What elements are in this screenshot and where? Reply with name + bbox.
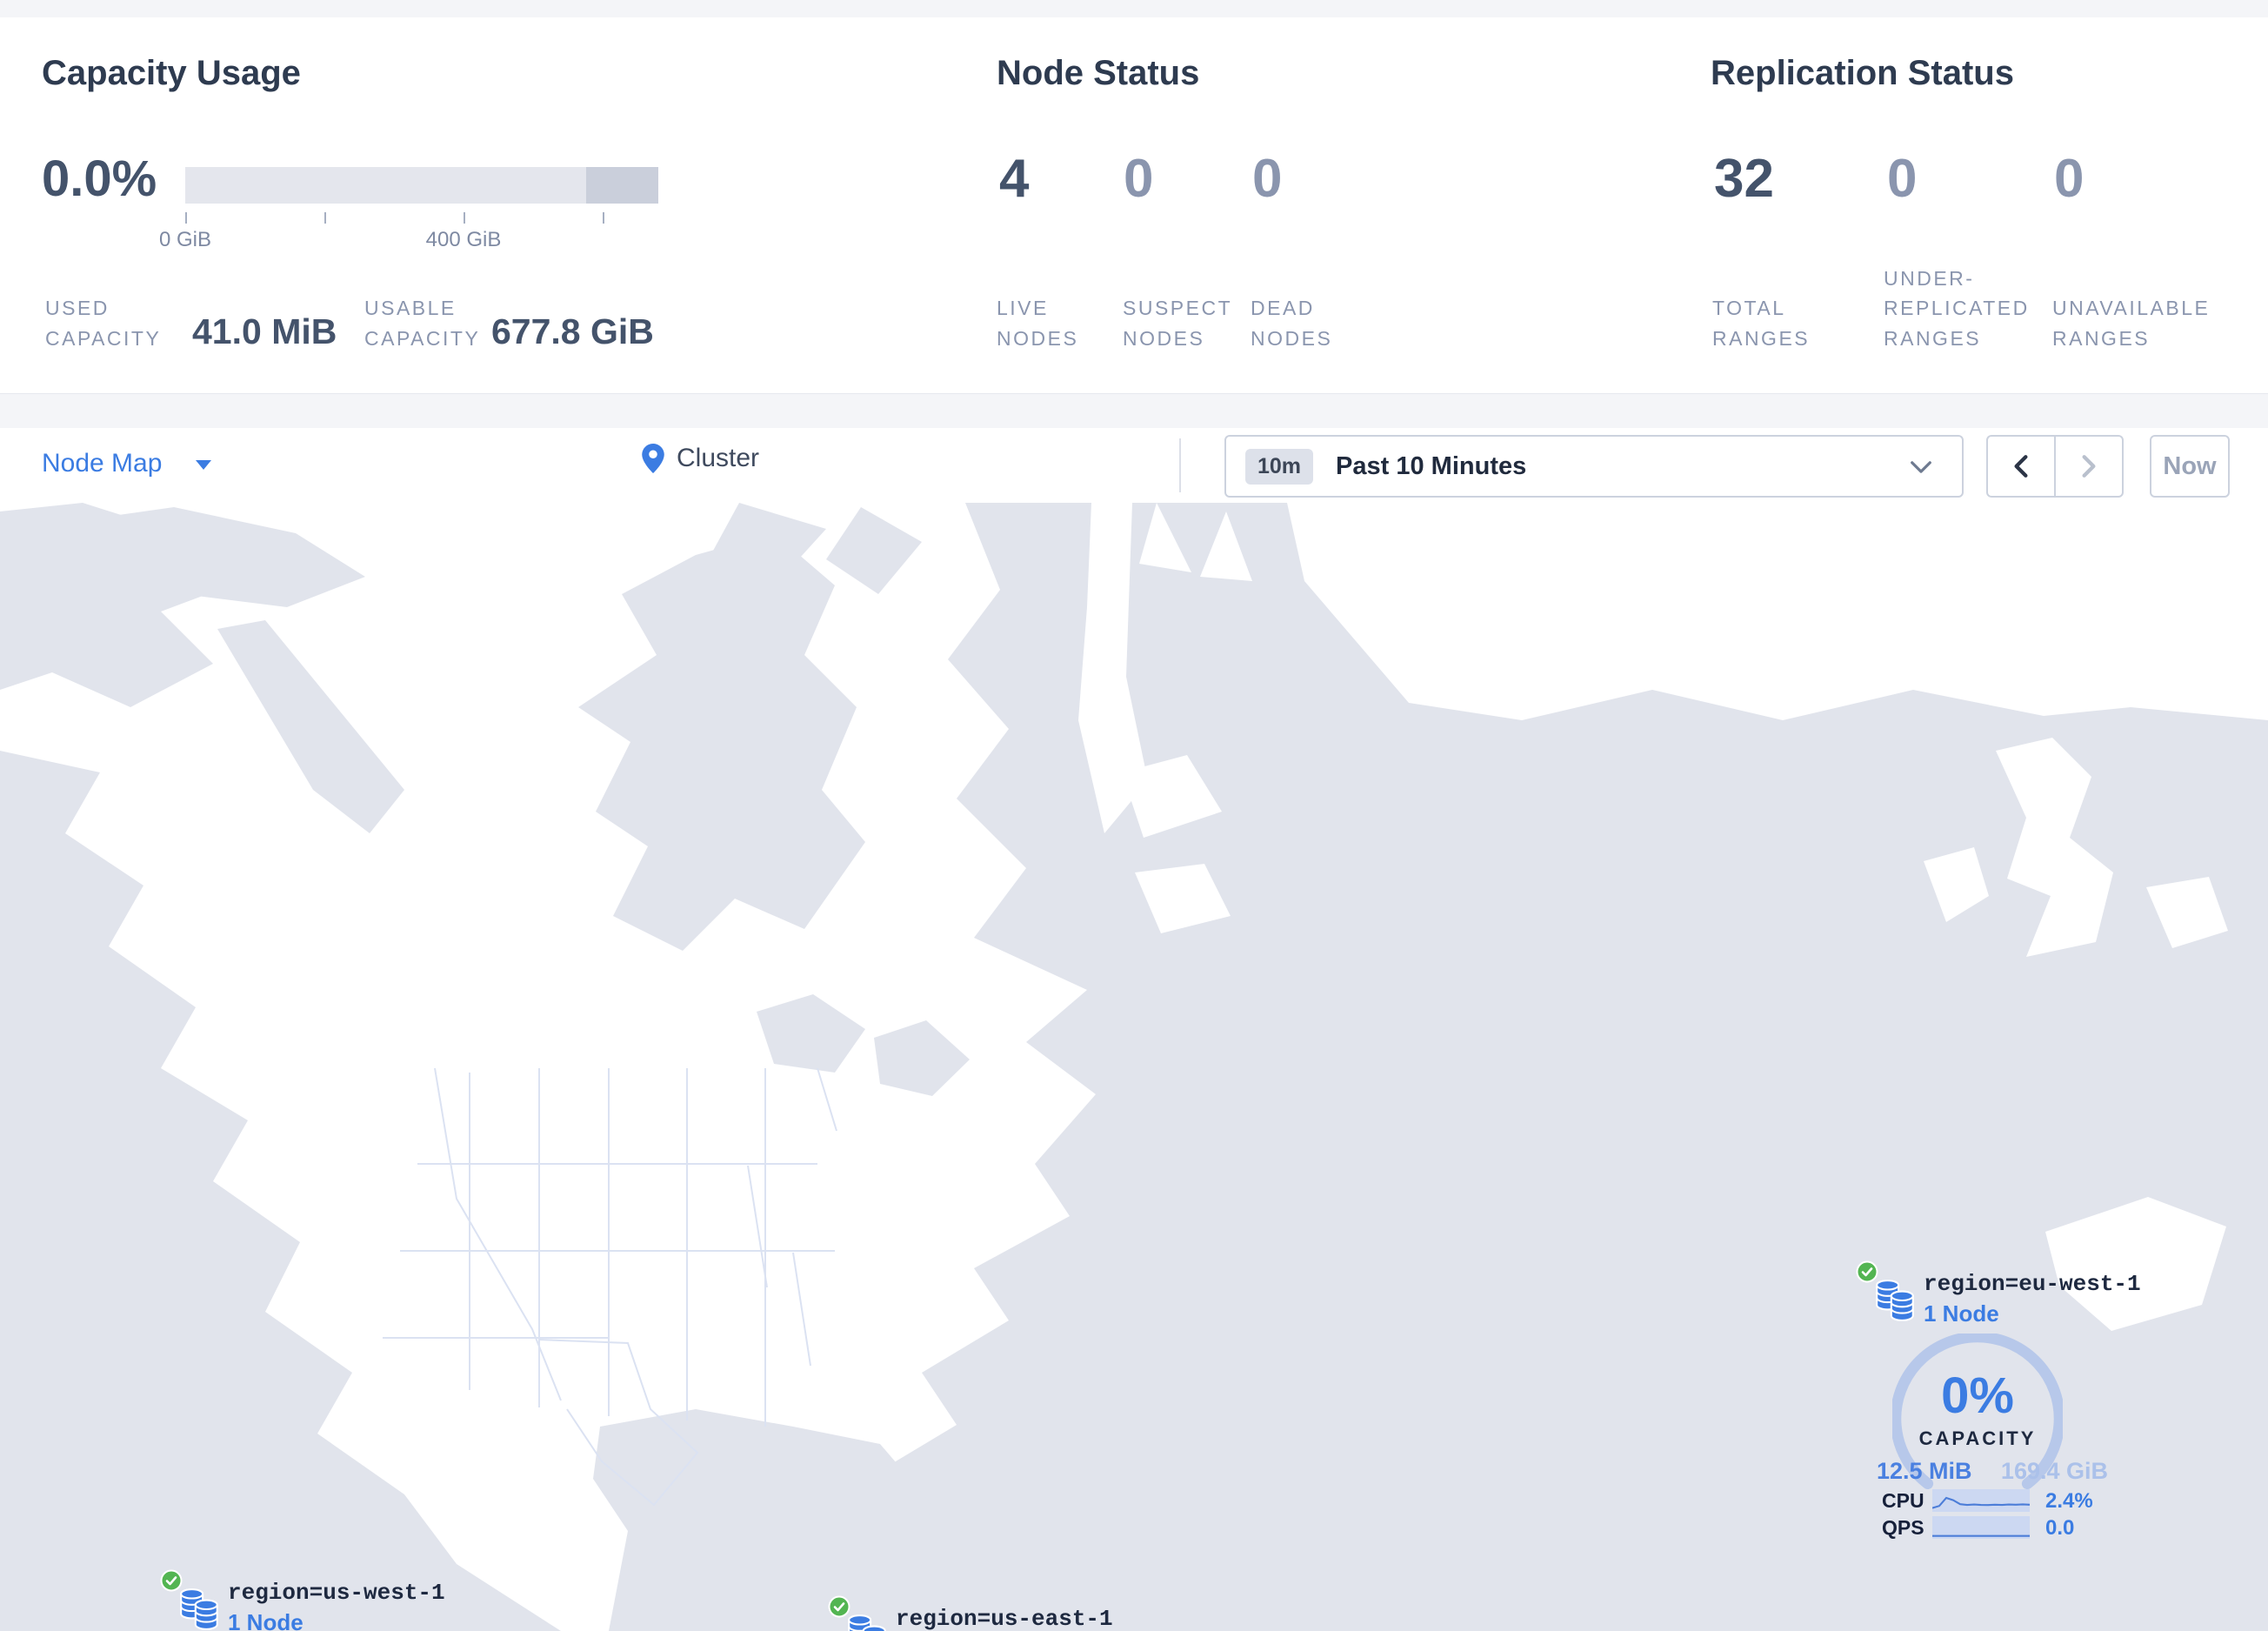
map-toolbar: Node Map Cluster 10m Past 10 Minutes Now <box>0 428 2268 504</box>
chevron-down-icon <box>195 459 211 470</box>
region-node-count[interactable]: 1 Node <box>228 1609 304 1631</box>
suspect-nodes-label: SUSPECT NODES <box>1123 297 1232 350</box>
usable-capacity-value: 677.8 GiB <box>491 311 654 351</box>
cpu-label: CPU <box>1882 1489 1924 1512</box>
cpu-sparkline <box>1932 1489 2030 1512</box>
axis-tick <box>185 212 187 224</box>
capacity-label: CAPACITY <box>1918 1427 2037 1449</box>
chevron-down-icon <box>1911 461 1931 473</box>
region-name: region=eu-west-1 <box>1924 1271 2141 1297</box>
capacity-usage-title: Capacity Usage <box>42 54 301 92</box>
time-range-label: Past 10 Minutes <box>1336 451 1527 480</box>
region-name: region=us-east-1 <box>896 1606 1113 1631</box>
axis-tick-label: 400 GiB <box>425 228 502 251</box>
view-selector-label: Node Map <box>42 449 163 478</box>
dead-nodes-count: 0 <box>1252 149 1283 209</box>
qps-value: 0.0 <box>2045 1516 2075 1540</box>
capacity-used-percent: 0.0% <box>42 150 157 207</box>
unavailable-ranges-count: 0 <box>2054 149 2085 209</box>
region-marker-us-east-1[interactable]: region=us-east-1 2 Nodes 0% CAPACITY 16.… <box>828 1595 1113 1631</box>
region-marker-eu-west-1[interactable]: region=eu-west-1 1 Node 0% CAPACITY 12.5… <box>1856 1260 2141 1549</box>
database-stack-icon <box>180 1588 218 1630</box>
region-node-count[interactable]: 1 Node <box>1924 1300 1999 1327</box>
qps-label: QPS <box>1882 1516 1924 1539</box>
total-ranges-count: 32 <box>1714 149 1774 209</box>
suspect-nodes-count: 0 <box>1124 149 1154 209</box>
usable-capacity-label: USABLE CAPACITY <box>364 297 481 350</box>
unavailable-ranges-label: UNAVAILABLE RANGES <box>2052 297 2211 350</box>
capacity-usage-bar <box>185 167 658 204</box>
toolbar-divider <box>1179 438 1181 492</box>
qps-row: QPS 0.0 <box>1856 1516 2117 1541</box>
database-stack-icon <box>1876 1280 1914 1321</box>
region-marker-us-west-1[interactable]: region=us-west-1 1 Node 0% CAPACITY 12.2… <box>160 1569 445 1631</box>
live-nodes-label: LIVE NODES <box>997 297 1079 350</box>
node-status-title: Node Status <box>997 54 1200 92</box>
capacity-usage-bar-segment <box>586 167 658 204</box>
map-pin-icon <box>642 444 664 473</box>
axis-tick <box>464 212 465 224</box>
used-capacity-value: 41.0 MiB <box>192 311 337 351</box>
axis-tick-label: 0 GiB <box>158 228 212 251</box>
region-name: region=us-west-1 <box>228 1580 445 1606</box>
time-range-badge: 10m <box>1245 448 1314 485</box>
chevron-left-icon <box>2014 455 2028 478</box>
cpu-value: 2.4% <box>2045 1489 2093 1513</box>
breadcrumb-label: Cluster <box>677 444 760 472</box>
breadcrumb[interactable]: Cluster <box>642 444 759 473</box>
under-replicated-ranges-count: 0 <box>1887 149 1918 209</box>
time-step-buttons <box>1986 435 2124 498</box>
cluster-summary-bar: Capacity Usage 0.0% 0 GiB 400 GiB USED C… <box>0 17 2268 394</box>
cpu-row: CPU 2.4% <box>1856 1489 2117 1514</box>
live-nodes-count: 4 <box>999 149 1030 209</box>
time-range-select[interactable]: 10m Past 10 Minutes <box>1224 435 1964 498</box>
axis-tick <box>324 212 326 224</box>
qps-sparkline <box>1932 1516 2030 1539</box>
view-selector-dropdown[interactable]: Node Map <box>42 449 211 478</box>
database-stack-icon <box>848 1614 886 1631</box>
capacity-total-value: 169.4 GiB <box>2000 1458 2108 1484</box>
replication-status-title: Replication Status <box>1711 54 2014 92</box>
node-map[interactable]: region=us-west-1 1 Node 0% CAPACITY 12.2… <box>0 503 2268 1631</box>
now-button[interactable]: Now <box>2150 435 2230 498</box>
previous-time-button[interactable] <box>1988 437 2054 496</box>
dead-nodes-label: DEAD NODES <box>1251 297 1333 350</box>
capacity-percent: 0% <box>1941 1367 2014 1424</box>
chevron-right-icon <box>2082 455 2096 478</box>
total-ranges-label: TOTAL RANGES <box>1712 297 1811 350</box>
axis-tick <box>603 212 604 224</box>
under-replicated-ranges-label: UNDER-REPLICATED RANGES <box>1884 266 2030 350</box>
used-capacity-label: USED CAPACITY <box>45 297 162 350</box>
node-map-page: Capacity Usage 0.0% 0 GiB 400 GiB USED C… <box>0 0 2268 1631</box>
capacity-used-value: 12.5 MiB <box>1877 1458 1972 1484</box>
next-time-button[interactable] <box>2054 437 2122 496</box>
